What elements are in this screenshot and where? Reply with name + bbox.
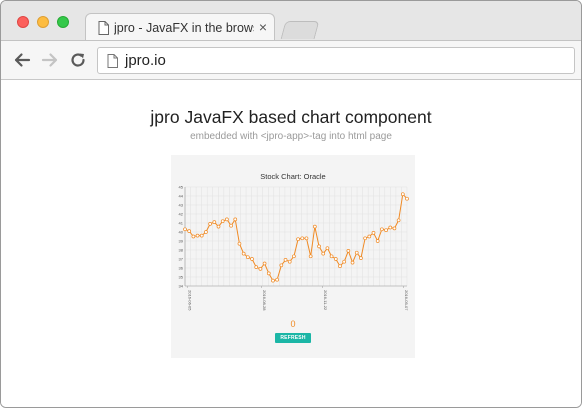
data-point bbox=[245, 255, 250, 260]
address-bar[interactable]: jpro.io bbox=[97, 47, 575, 74]
zoom-window-button[interactable] bbox=[57, 16, 69, 28]
minimize-window-button[interactable] bbox=[37, 16, 49, 28]
document-icon bbox=[98, 21, 109, 40]
data-point bbox=[321, 251, 326, 256]
data-point bbox=[271, 278, 275, 283]
data-point bbox=[325, 246, 330, 251]
data-point bbox=[363, 236, 367, 241]
close-window-button[interactable] bbox=[17, 16, 29, 28]
data-point bbox=[342, 259, 347, 264]
y-tick-label: 42 bbox=[179, 212, 184, 217]
data-point bbox=[195, 233, 200, 238]
close-icon[interactable]: × bbox=[259, 19, 267, 35]
data-point bbox=[375, 239, 380, 243]
data-point bbox=[396, 218, 401, 223]
data-point bbox=[262, 261, 267, 266]
y-tick-label: 35 bbox=[179, 275, 184, 280]
data-point bbox=[187, 229, 192, 233]
data-point bbox=[296, 237, 300, 242]
y-tick-label: 41 bbox=[179, 221, 184, 226]
page-content: jpro JavaFX based chart component embedd… bbox=[1, 81, 581, 407]
data-point bbox=[199, 233, 204, 238]
forward-arrow-icon[interactable] bbox=[41, 51, 59, 69]
y-tick-label: 38 bbox=[179, 248, 184, 253]
data-point bbox=[183, 227, 187, 232]
data-point bbox=[329, 254, 334, 259]
y-tick-label: 36 bbox=[179, 266, 184, 271]
data-point bbox=[229, 223, 233, 228]
data-point bbox=[354, 250, 359, 255]
browser-toolbar: jpro.io bbox=[1, 40, 581, 80]
y-tick-label: 40 bbox=[179, 230, 184, 235]
page-icon bbox=[107, 54, 118, 73]
url-text[interactable]: jpro.io bbox=[125, 53, 166, 69]
y-tick-label: 37 bbox=[179, 257, 184, 262]
y-tick-label: 44 bbox=[179, 194, 184, 199]
refresh-counter: 0 bbox=[290, 319, 296, 329]
data-point bbox=[300, 236, 305, 241]
data-point bbox=[400, 192, 405, 197]
data-point bbox=[367, 234, 372, 239]
data-point bbox=[266, 271, 271, 276]
data-point bbox=[405, 196, 409, 201]
data-point bbox=[279, 263, 284, 268]
browser-tab[interactable]: jpro - JavaFX in the browser × bbox=[85, 13, 275, 41]
data-point bbox=[308, 254, 313, 259]
data-point bbox=[350, 260, 355, 265]
data-point bbox=[333, 257, 338, 261]
tab-strip: jpro - JavaFX in the browser × bbox=[1, 1, 581, 41]
data-point bbox=[317, 244, 321, 249]
back-arrow-icon[interactable] bbox=[13, 51, 31, 69]
data-point bbox=[371, 231, 376, 235]
page-title: jpro JavaFX based chart component bbox=[150, 107, 432, 127]
x-tick-label: 2016-08-28 bbox=[262, 290, 267, 311]
data-point bbox=[292, 254, 296, 259]
chart-component: Stock Chart: Oracle 34 35 36 37 38 39 40 41 42 43… bbox=[171, 155, 415, 358]
y-tick-label: 43 bbox=[179, 203, 184, 208]
data-point bbox=[313, 224, 317, 229]
x-tick-label: 2016-06-05 bbox=[188, 290, 193, 311]
y-tick-label: 39 bbox=[179, 239, 184, 244]
data-point bbox=[208, 222, 212, 226]
new-tab-button[interactable] bbox=[280, 21, 320, 39]
data-point bbox=[225, 217, 229, 222]
data-point bbox=[392, 226, 397, 231]
data-point bbox=[380, 227, 384, 232]
data-point bbox=[275, 277, 280, 282]
chart-title: Stock Chart: Oracle bbox=[260, 172, 325, 181]
tab-title: jpro - JavaFX in the browser bbox=[114, 21, 254, 35]
data-point bbox=[216, 224, 221, 229]
data-point bbox=[359, 256, 363, 260]
data-point bbox=[384, 228, 388, 233]
refresh-button[interactable]: REFRESH bbox=[275, 333, 311, 343]
x-tick-label: 2016-11-22 bbox=[323, 290, 328, 311]
data-point bbox=[191, 234, 196, 239]
data-point bbox=[304, 236, 309, 241]
data-point bbox=[237, 241, 242, 246]
data-point bbox=[233, 217, 238, 222]
browser-window: jpro - JavaFX in the browser × bbox=[0, 0, 582, 408]
data-point bbox=[220, 219, 225, 224]
data-point bbox=[241, 251, 246, 256]
data-point bbox=[346, 249, 351, 253]
data-point bbox=[287, 259, 292, 264]
data-point bbox=[204, 230, 208, 234]
data-point bbox=[388, 225, 393, 230]
y-tick-label: 45 bbox=[179, 185, 184, 190]
data-point bbox=[338, 264, 342, 269]
data-point bbox=[254, 265, 259, 269]
stock-chart: Stock Chart: Oracle 34 35 36 37 38 39 40 41 42 43… bbox=[179, 172, 410, 311]
x-tick-label: 2016-05-07 bbox=[404, 290, 409, 311]
data-point bbox=[258, 267, 263, 271]
y-tick-label: 34 bbox=[179, 284, 184, 289]
page-subtitle: embedded with <jpro-app>-tag into html p… bbox=[190, 131, 392, 142]
data-point bbox=[212, 220, 217, 224]
reload-icon[interactable] bbox=[69, 51, 87, 69]
data-point bbox=[250, 257, 254, 261]
data-point bbox=[283, 258, 288, 262]
